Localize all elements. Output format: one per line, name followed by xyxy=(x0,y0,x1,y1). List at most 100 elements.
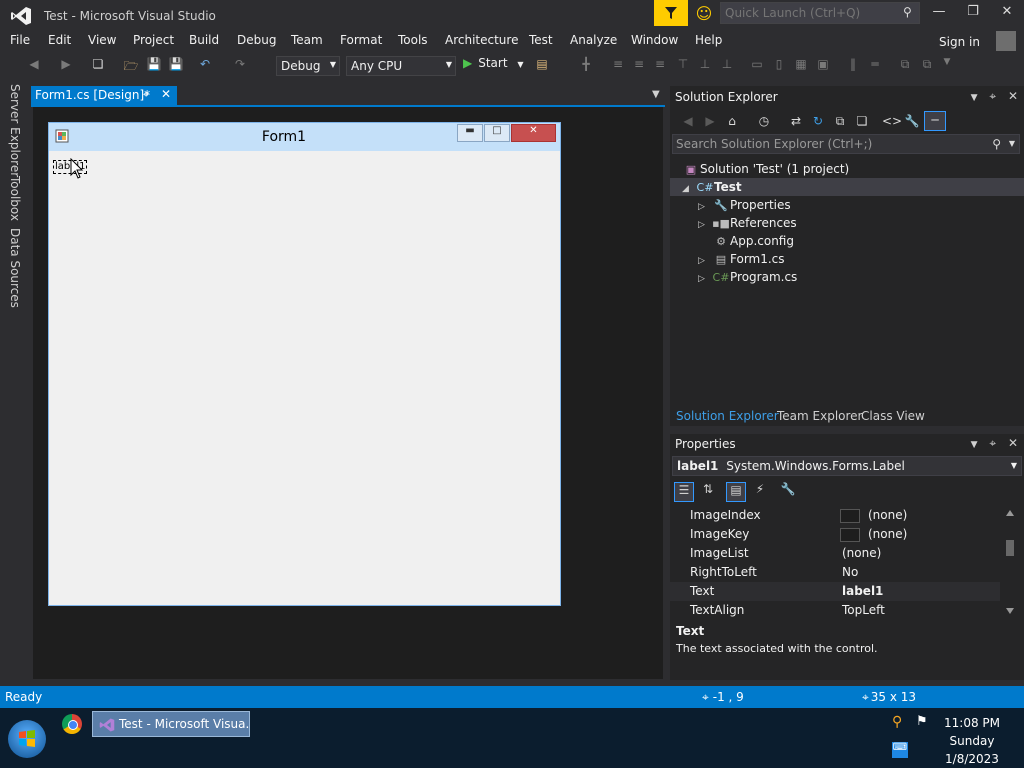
collapsed-arrow-icon[interactable]: ▷ xyxy=(698,256,712,266)
categorized-icon[interactable]: ☰ xyxy=(674,482,694,502)
chrome-taskbar-icon[interactable] xyxy=(62,714,82,734)
menu-file[interactable]: File xyxy=(10,33,30,47)
menu-debug[interactable]: Debug xyxy=(237,33,276,47)
menu-project[interactable]: Project xyxy=(133,33,174,47)
menu-tools[interactable]: Tools xyxy=(398,33,428,47)
send-to-back-icon[interactable]: ⧉ xyxy=(919,57,935,73)
bring-to-front-icon[interactable]: ⧉ xyxy=(897,57,913,73)
toolbox-tab[interactable]: Toolbox xyxy=(8,176,22,221)
make-same-height-icon[interactable]: ▯ xyxy=(771,57,787,73)
server-explorer-tab[interactable]: Server Explorer xyxy=(8,84,22,177)
tab-team-explorer[interactable]: Team Explorer xyxy=(777,409,863,423)
menu-analyze[interactable]: Analyze xyxy=(570,33,617,47)
tree-item-properties[interactable]: ▷ 🔧 Properties xyxy=(698,198,791,216)
save-icon[interactable]: 💾 xyxy=(146,57,162,73)
start-debugging-button[interactable]: ▶ Start ▼ xyxy=(463,56,524,70)
refresh-icon[interactable]: ↻ xyxy=(810,114,826,130)
properties-object-select[interactable]: label1 System.Windows.Forms.Label ▼ xyxy=(672,456,1022,476)
pin-icon[interactable]: ⌖ xyxy=(143,88,149,102)
align-tops-icon[interactable]: ⊤ xyxy=(675,57,691,73)
collapsed-arrow-icon[interactable]: ▷ xyxy=(698,202,712,212)
alphabetical-icon[interactable]: ⇅ xyxy=(698,482,718,502)
property-row[interactable]: RightToLeft No xyxy=(670,563,1000,582)
chevron-down-icon[interactable]: ▼ xyxy=(971,440,978,450)
align-centers-icon[interactable]: ≡ xyxy=(631,57,647,73)
action-center-flag-icon[interactable]: ⚑ xyxy=(916,714,928,729)
new-project-icon[interactable]: ❏ xyxy=(90,57,106,73)
show-all-files-icon[interactable]: ❏ xyxy=(854,114,870,130)
notification-button[interactable] xyxy=(654,0,688,26)
tab-form1-design[interactable]: Form1.cs [Design]* ⌖ ✕ xyxy=(31,86,177,105)
quick-launch-input[interactable] xyxy=(721,3,891,23)
property-row[interactable]: ImageIndex (none) xyxy=(670,506,1000,525)
solution-explorer-search[interactable]: Search Solution Explorer (Ctrl+;) ⚲ ▼ xyxy=(672,134,1020,154)
align-lefts-icon[interactable]: ≡ xyxy=(610,57,626,73)
data-sources-tab[interactable]: Data Sources xyxy=(8,228,22,308)
property-pages-wrench-icon[interactable]: 🔧 xyxy=(778,482,798,502)
tray-search-icon[interactable]: ⚲ xyxy=(892,714,902,730)
tray-keyboard-icon[interactable]: ⌨ xyxy=(892,742,908,758)
tab-class-view[interactable]: Class View xyxy=(861,409,925,423)
restore-button[interactable]: ❐ xyxy=(958,4,988,24)
pin-icon[interactable]: ⌖ xyxy=(989,89,996,103)
property-row[interactable]: TextAlign TopLeft xyxy=(670,601,1000,620)
tree-item-project-test[interactable]: ◢ C#Test xyxy=(682,180,742,198)
expanded-arrow-icon[interactable]: ◢ xyxy=(682,184,696,194)
sign-in-link[interactable]: Sign in xyxy=(939,35,980,49)
properties-view-icon[interactable]: ▤ xyxy=(726,482,746,502)
property-row[interactable]: ImageKey (none) xyxy=(670,525,1000,544)
menu-edit[interactable]: Edit xyxy=(48,33,71,47)
collapsed-arrow-icon[interactable]: ▷ xyxy=(698,274,712,284)
form1-design-window[interactable]: Form1 ▬ □ ✕ label1 xyxy=(48,122,561,606)
property-row-selected[interactable]: Text label1 xyxy=(670,582,1000,601)
menu-team[interactable]: Team xyxy=(291,33,323,47)
tab-solution-explorer[interactable]: Solution Explorer xyxy=(676,409,779,423)
menu-test[interactable]: Test xyxy=(529,33,553,47)
solution-platform-select[interactable]: Any CPU ▼ xyxy=(346,56,456,76)
feedback-smiley-icon[interactable]: ☺ xyxy=(694,4,714,24)
collapse-all-icon[interactable]: ⧉ xyxy=(832,114,848,130)
tree-item-references[interactable]: ▷ ▪■References xyxy=(698,216,797,234)
pending-changes-icon[interactable]: ◷ xyxy=(756,114,772,130)
avatar[interactable] xyxy=(996,31,1016,51)
form-client-area[interactable]: label1 xyxy=(49,151,560,605)
menu-view[interactable]: View xyxy=(88,33,116,47)
make-same-size-icon[interactable]: ▣ xyxy=(815,57,831,73)
horizontal-spacing-icon[interactable]: ‖ xyxy=(845,57,861,73)
menu-window[interactable]: Window xyxy=(631,33,678,47)
preview-selected-items-icon[interactable]: ─ xyxy=(924,111,946,131)
system-clock[interactable]: 11:08 PM Sunday 1/8/2023 xyxy=(940,714,1004,768)
make-same-width-icon[interactable]: ▭ xyxy=(749,57,765,73)
menu-architecture[interactable]: Architecture xyxy=(445,33,518,47)
pin-icon[interactable]: ⌖ xyxy=(989,436,996,450)
align-rights-icon[interactable]: ≡ xyxy=(652,57,668,73)
size-to-grid-icon[interactable]: ▦ xyxy=(793,57,809,73)
tree-item-solution[interactable]: ▣ Solution 'Test' (1 project) xyxy=(682,162,849,180)
close-icon[interactable]: ✕ xyxy=(1008,436,1018,450)
back-icon[interactable]: ◀ xyxy=(680,114,696,130)
undo-icon[interactable]: ↶ xyxy=(197,57,213,73)
open-folder-icon[interactable]: 🗁 xyxy=(123,57,139,73)
redo-icon[interactable]: ↷ xyxy=(232,57,248,73)
taskbar-item-visual-studio[interactable]: Test - Microsoft Visua... xyxy=(92,711,250,737)
align-bottoms-icon[interactable]: ⊥ xyxy=(719,57,735,73)
back-icon[interactable]: ◀ xyxy=(26,57,42,73)
menu-format[interactable]: Format xyxy=(340,33,382,47)
collapsed-arrow-icon[interactable]: ▷ xyxy=(698,220,712,230)
events-lightning-icon[interactable]: ⚡ xyxy=(750,482,770,502)
forward-icon[interactable]: ▶ xyxy=(58,57,74,73)
search-icon[interactable]: ⚲ xyxy=(992,137,1001,151)
forward-icon[interactable]: ▶ xyxy=(702,114,718,130)
align-icon[interactable]: ╋ xyxy=(578,57,594,73)
sync-icon[interactable]: ⇄ xyxy=(788,114,804,130)
tab-overflow-chevron-down-icon[interactable]: ▼ xyxy=(652,89,660,100)
solution-configuration-select[interactable]: Debug ▼ xyxy=(276,56,340,76)
close-icon[interactable]: ✕ xyxy=(1008,89,1018,103)
view-code-icon[interactable]: <> xyxy=(882,114,902,130)
find-in-files-icon[interactable]: ▤ xyxy=(534,57,550,73)
menu-help[interactable]: Help xyxy=(695,33,722,47)
properties-scrollbar[interactable] xyxy=(1003,508,1017,618)
menu-build[interactable]: Build xyxy=(189,33,219,47)
quick-launch[interactable]: ⚲ xyxy=(720,2,920,24)
vertical-spacing-icon[interactable]: ═ xyxy=(867,57,883,73)
